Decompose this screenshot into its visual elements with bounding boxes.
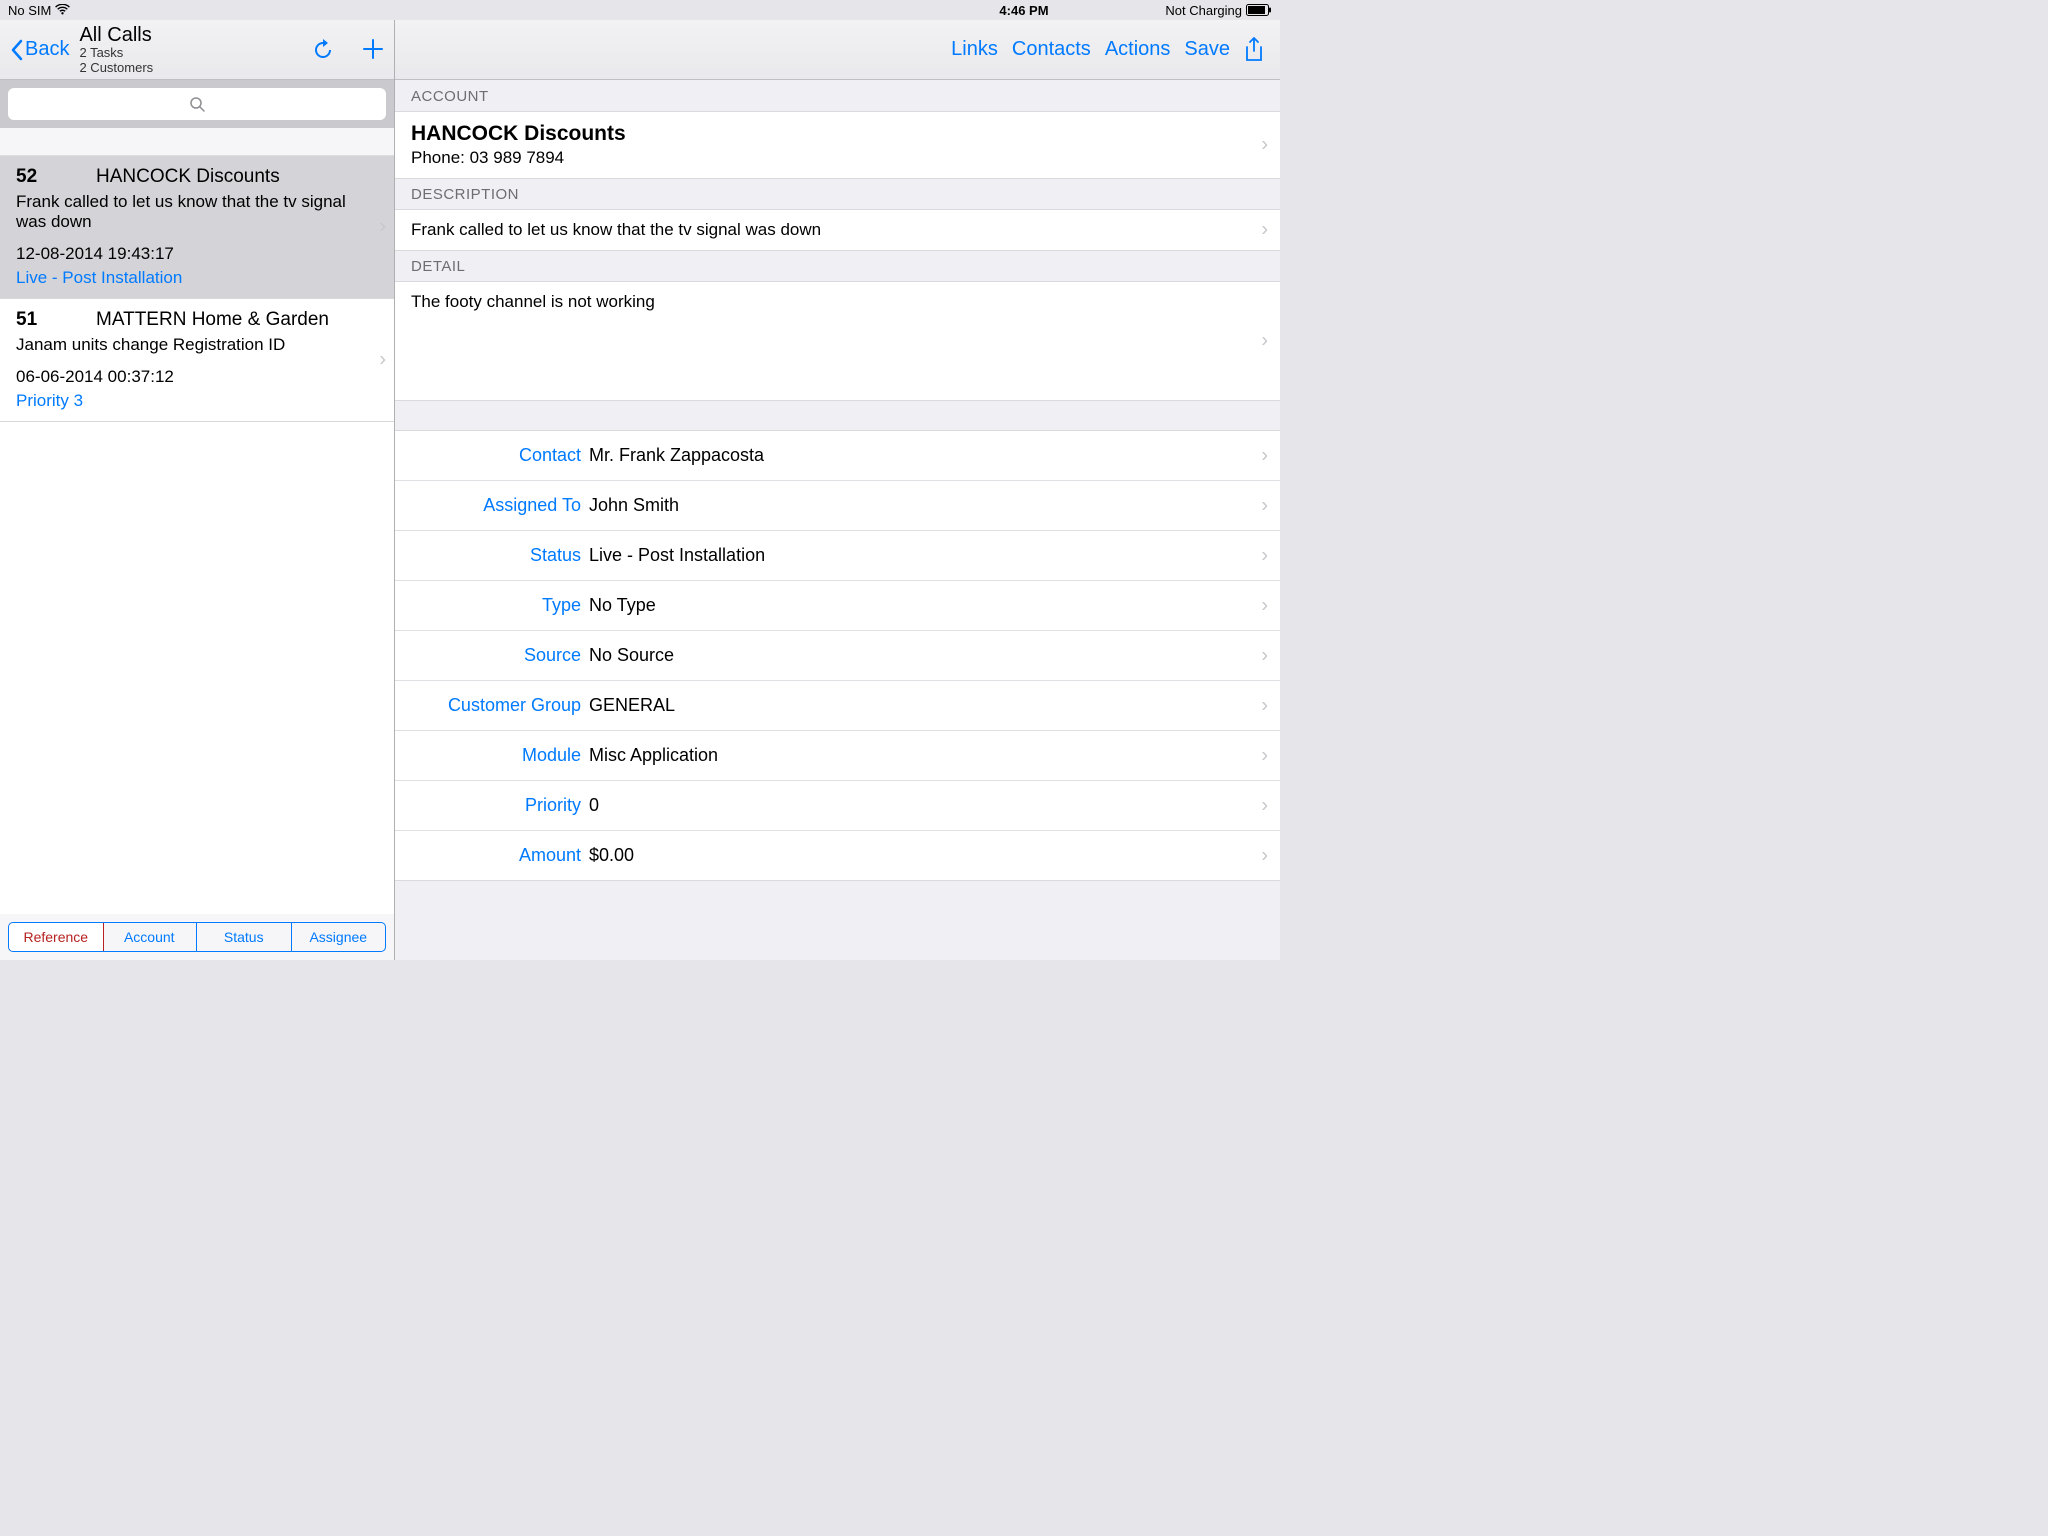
field-row-amount[interactable]: Amount $0.00 › xyxy=(395,831,1280,880)
seg-assignee[interactable]: Assignee xyxy=(292,923,386,951)
field-row-assigned-to[interactable]: Assigned To John Smith › xyxy=(395,481,1280,531)
field-value: Mr. Frank Zappacosta xyxy=(589,445,764,466)
back-label: Back xyxy=(25,38,69,61)
links-button[interactable]: Links xyxy=(951,38,998,61)
field-row-type[interactable]: Type No Type › xyxy=(395,581,1280,631)
description-section-header: DESCRIPTION xyxy=(395,178,1280,209)
list-spacer xyxy=(0,128,394,156)
call-description: Janam units change Registration ID xyxy=(16,335,382,355)
field-label: Assigned To xyxy=(411,495,581,516)
call-list: 52 HANCOCK Discounts Frank called to let… xyxy=(0,156,394,914)
field-row-module[interactable]: Module Misc Application › xyxy=(395,731,1280,781)
detail-text: The footy channel is not working xyxy=(411,292,1244,312)
field-value: Live - Post Installation xyxy=(589,545,765,566)
field-value: GENERAL xyxy=(589,695,675,716)
clock-text: 4:46 PM xyxy=(999,3,1048,18)
back-button[interactable]: Back xyxy=(10,38,69,61)
description-text: Frank called to let us know that the tv … xyxy=(411,220,1244,240)
master-subtitle-tasks: 2 Tasks xyxy=(79,46,153,60)
field-label: Amount xyxy=(411,845,581,866)
field-group: Contact Mr. Frank Zappacosta › Assigned To J… xyxy=(395,430,1280,881)
share-icon[interactable] xyxy=(1244,37,1264,63)
master-subtitle-customers: 2 Customers xyxy=(79,61,153,75)
field-row-status[interactable]: Status Live - Post Installation › xyxy=(395,531,1280,581)
field-label: Customer Group xyxy=(411,695,581,716)
chevron-right-icon: › xyxy=(1261,794,1268,817)
call-account: HANCOCK Discounts xyxy=(96,166,280,188)
search-icon xyxy=(190,97,205,112)
field-value: $0.00 xyxy=(589,845,634,866)
chevron-right-icon: › xyxy=(1261,594,1268,617)
detail-nav-bar: Links Contacts Actions Save xyxy=(395,20,1280,80)
chevron-right-icon: › xyxy=(1261,494,1268,517)
field-label: Contact xyxy=(411,445,581,466)
field-label: Type xyxy=(411,595,581,616)
account-section-header: ACCOUNT xyxy=(395,80,1280,111)
description-cell[interactable]: Frank called to let us know that the tv … xyxy=(395,209,1280,251)
chevron-right-icon: › xyxy=(1261,844,1268,867)
detail-pane: Links Contacts Actions Save ACCOUNT HANC… xyxy=(395,20,1280,960)
field-value: Misc Application xyxy=(589,745,718,766)
master-pane: Back All Calls 2 Tasks 2 Customers xyxy=(0,20,395,960)
call-account: MATTERN Home & Garden xyxy=(96,309,329,331)
contacts-button[interactable]: Contacts xyxy=(1012,38,1091,61)
field-label: Status xyxy=(411,545,581,566)
field-value: No Type xyxy=(589,595,656,616)
call-id: 51 xyxy=(16,309,96,331)
field-row-customer-group[interactable]: Customer Group GENERAL › xyxy=(395,681,1280,731)
chevron-right-icon: › xyxy=(1261,444,1268,467)
sort-segmented-control: Reference Account Status Assignee xyxy=(8,922,386,952)
chevron-right-icon: › xyxy=(1261,644,1268,667)
detail-section-header: DETAIL xyxy=(395,250,1280,281)
account-phone: Phone: 03 989 7894 xyxy=(411,148,1244,168)
detail-cell[interactable]: The footy channel is not working › xyxy=(395,281,1280,401)
save-button[interactable]: Save xyxy=(1184,38,1230,61)
call-status: Live - Post Installation xyxy=(16,268,382,288)
field-label: Priority xyxy=(411,795,581,816)
account-cell[interactable]: HANCOCK Discounts Phone: 03 989 7894 › xyxy=(395,111,1280,179)
master-nav-bar: Back All Calls 2 Tasks 2 Customers xyxy=(0,20,394,80)
carrier-text: No SIM xyxy=(8,3,51,18)
chevron-right-icon: › xyxy=(1261,744,1268,767)
chevron-right-icon: › xyxy=(1261,330,1268,353)
master-title: All Calls xyxy=(79,24,153,46)
wifi-icon xyxy=(55,4,70,16)
call-id: 52 xyxy=(16,166,96,188)
chevron-right-icon: › xyxy=(1261,544,1268,567)
search-input[interactable] xyxy=(8,88,386,120)
call-list-item[interactable]: 52 HANCOCK Discounts Frank called to let… xyxy=(0,156,394,299)
field-row-source[interactable]: Source No Source › xyxy=(395,631,1280,681)
charging-text: Not Charging xyxy=(1165,3,1242,18)
call-status: Priority 3 xyxy=(16,391,382,411)
seg-reference[interactable]: Reference xyxy=(8,922,104,952)
field-row-contact[interactable]: Contact Mr. Frank Zappacosta › xyxy=(395,431,1280,481)
chevron-right-icon: › xyxy=(1261,134,1268,157)
field-label: Module xyxy=(411,745,581,766)
battery-icon xyxy=(1246,4,1272,16)
field-label: Source xyxy=(411,645,581,666)
field-value: John Smith xyxy=(589,495,679,516)
field-row-priority[interactable]: Priority 0 › xyxy=(395,781,1280,831)
chevron-right-icon: › xyxy=(1261,219,1268,242)
seg-status[interactable]: Status xyxy=(197,923,292,951)
call-description: Frank called to let us know that the tv … xyxy=(16,192,382,232)
actions-button[interactable]: Actions xyxy=(1105,38,1171,61)
call-date: 12-08-2014 19:43:17 xyxy=(16,244,382,264)
account-name: HANCOCK Discounts xyxy=(411,122,1244,146)
search-bar xyxy=(0,80,394,128)
chevron-right-icon: › xyxy=(379,349,386,372)
refresh-icon[interactable] xyxy=(312,38,334,62)
field-value: No Source xyxy=(589,645,674,666)
field-value: 0 xyxy=(589,795,599,816)
status-bar: No SIM 4:46 PM Not Charging xyxy=(0,0,1280,20)
chevron-right-icon: › xyxy=(379,216,386,239)
seg-account[interactable]: Account xyxy=(103,923,198,951)
chevron-right-icon: › xyxy=(1261,694,1268,717)
call-list-item[interactable]: 51 MATTERN Home & Garden Janam units cha… xyxy=(0,299,394,422)
add-icon[interactable] xyxy=(362,38,384,62)
call-date: 06-06-2014 00:37:12 xyxy=(16,367,382,387)
